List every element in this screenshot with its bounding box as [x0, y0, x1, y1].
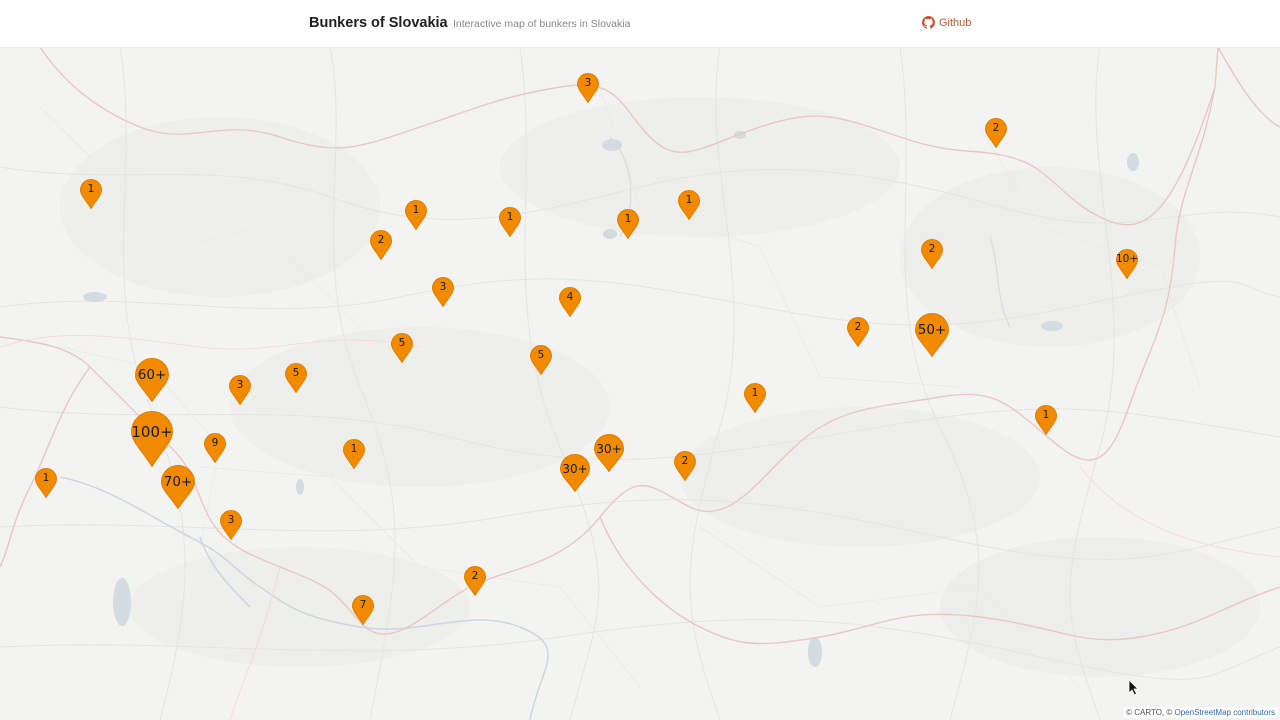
- map-cluster-marker[interactable]: 2: [674, 451, 696, 481]
- map-pin-icon: [343, 439, 365, 469]
- map-pin-icon: [617, 209, 639, 239]
- map-cluster-marker[interactable]: 2: [985, 118, 1007, 148]
- map-cluster-marker[interactable]: 5: [285, 363, 307, 393]
- map-pin-icon: [921, 239, 943, 269]
- map-cluster-marker[interactable]: 10+: [1116, 249, 1138, 279]
- map-pin-icon: [131, 411, 173, 467]
- map-pin-icon: [391, 333, 413, 363]
- map-pin-icon: [530, 345, 552, 375]
- map-cluster-marker[interactable]: 70+: [161, 465, 195, 509]
- map-pin-icon: [915, 313, 949, 357]
- attribution-text: © CARTO, ©: [1126, 708, 1175, 717]
- map-cluster-marker[interactable]: 3: [220, 510, 242, 540]
- map-pin-icon: [135, 358, 169, 402]
- map-pin-icon: [560, 454, 590, 492]
- map-cluster-marker[interactable]: 30+: [560, 454, 590, 492]
- app-tagline: Interactive map of bunkers in Slovakia: [453, 18, 631, 30]
- map-pin-icon: [229, 375, 251, 405]
- map-pin-icon: [744, 383, 766, 413]
- map-cluster-marker[interactable]: 1: [678, 190, 700, 220]
- map-pin-icon: [285, 363, 307, 393]
- map-cluster-marker[interactable]: 1: [80, 179, 102, 209]
- map-cluster-marker[interactable]: 1: [35, 468, 57, 498]
- map-pin-icon: [985, 118, 1007, 148]
- map-pin-icon: [220, 510, 242, 540]
- github-link[interactable]: Github: [922, 16, 971, 29]
- map-cluster-marker[interactable]: 5: [530, 345, 552, 375]
- github-label: Github: [939, 16, 972, 29]
- map-pin-icon: [35, 468, 57, 498]
- github-icon: [922, 16, 935, 29]
- map-pin-icon: [204, 433, 226, 463]
- map-pin-icon: [161, 465, 195, 509]
- map-cluster-marker[interactable]: 100+: [131, 411, 173, 467]
- map-base-layer: [0, 47, 1280, 720]
- map-cluster-marker[interactable]: 5: [391, 333, 413, 363]
- app-title[interactable]: Bunkers of Slovakia: [309, 15, 448, 31]
- osm-attribution-link[interactable]: OpenStreetMap contributors: [1175, 708, 1276, 717]
- map-cluster-marker[interactable]: 50+: [915, 313, 949, 357]
- map-attribution: © CARTO, © OpenStreetMap contributors: [1123, 707, 1278, 718]
- map-pin-icon: [432, 277, 454, 307]
- map-cluster-marker[interactable]: 1: [744, 383, 766, 413]
- app-header: Bunkers of Slovakia Interactive map of b…: [0, 0, 1280, 48]
- map-cluster-marker[interactable]: 2: [464, 566, 486, 596]
- map-pin-icon: [577, 73, 599, 103]
- map-pin-icon: [464, 566, 486, 596]
- map-pin-icon: [594, 434, 624, 472]
- map-pin-icon: [847, 317, 869, 347]
- map-cluster-marker[interactable]: 2: [921, 239, 943, 269]
- map-cluster-marker[interactable]: 3: [432, 277, 454, 307]
- map-pin-icon: [1116, 249, 1138, 279]
- map-cluster-marker[interactable]: 9: [204, 433, 226, 463]
- map-cluster-marker[interactable]: 4: [559, 287, 581, 317]
- map-cluster-marker[interactable]: 2: [847, 317, 869, 347]
- map-pin-icon: [352, 595, 374, 625]
- map-cluster-marker[interactable]: 3: [577, 73, 599, 103]
- map-cluster-marker[interactable]: 1: [499, 207, 521, 237]
- map-pin-icon: [370, 230, 392, 260]
- map-cluster-marker[interactable]: 7: [352, 595, 374, 625]
- map-cluster-marker[interactable]: 1: [1035, 405, 1057, 435]
- map-pin-icon: [80, 179, 102, 209]
- map-pin-icon: [559, 287, 581, 317]
- map-cluster-marker[interactable]: 60+: [135, 358, 169, 402]
- map-cluster-marker[interactable]: 30+: [594, 434, 624, 472]
- map-pin-icon: [674, 451, 696, 481]
- bunker-map[interactable]: 3 2 1 1 2 1 1 1 2 10+ 3 4 2 50+ 5 5 60+ 3 5 1 1 100+ 9 1 30+ 30+ 2…: [0, 47, 1280, 720]
- map-pin-icon: [405, 200, 427, 230]
- map-cluster-marker[interactable]: 1: [405, 200, 427, 230]
- map-cluster-marker[interactable]: 1: [343, 439, 365, 469]
- map-pin-icon: [678, 190, 700, 220]
- map-cluster-marker[interactable]: 3: [229, 375, 251, 405]
- map-cluster-marker[interactable]: 2: [370, 230, 392, 260]
- mouse-cursor-icon: [1128, 679, 1139, 696]
- map-cluster-marker[interactable]: 1: [617, 209, 639, 239]
- map-pin-icon: [1035, 405, 1057, 435]
- map-pin-icon: [499, 207, 521, 237]
